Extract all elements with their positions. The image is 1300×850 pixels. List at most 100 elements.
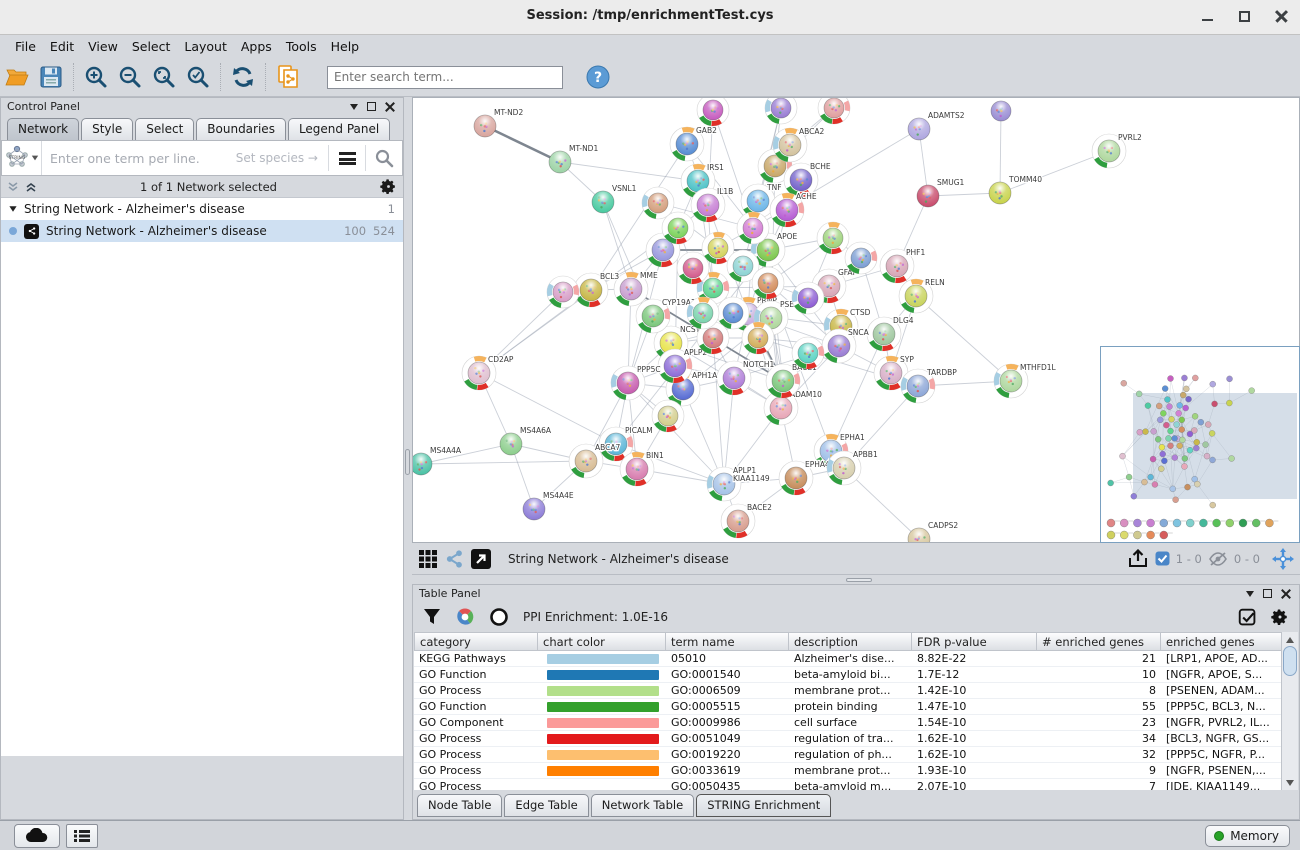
- collapse-all-icon[interactable]: [7, 181, 19, 193]
- species-hint[interactable]: Set species →: [236, 151, 318, 165]
- task-history-button[interactable]: [66, 824, 98, 848]
- splitter-handle[interactable]: [846, 578, 872, 582]
- open-in-window-icon[interactable]: [470, 548, 492, 570]
- menu-view[interactable]: View: [81, 36, 125, 57]
- table-cell: 1.93E-10: [912, 763, 1037, 778]
- panel-menu-icon[interactable]: [350, 104, 358, 110]
- float-panel-icon[interactable]: [367, 102, 376, 111]
- menu-edit[interactable]: Edit: [43, 36, 81, 57]
- zoom-in-button[interactable]: [79, 61, 113, 93]
- splitter-handle[interactable]: [405, 449, 410, 475]
- table-cell: beta-amyloid bi...: [789, 667, 912, 682]
- close-icon[interactable]: [1275, 10, 1288, 23]
- network-tree: String Network - Alzheimer's disease 1 S…: [1, 197, 403, 756]
- query-search-button[interactable]: [366, 141, 402, 175]
- pan-navigate-icon[interactable]: [1272, 548, 1294, 570]
- zoom-fit-button[interactable]: [147, 61, 181, 93]
- scrollbar-thumb[interactable]: [1283, 646, 1297, 676]
- network-from-clipboard-button[interactable]: [271, 61, 305, 93]
- filter-icon[interactable]: [423, 608, 441, 626]
- memory-status-icon: [1214, 831, 1224, 841]
- select-rows-icon[interactable]: [1238, 608, 1257, 627]
- menu-tools[interactable]: Tools: [279, 36, 324, 57]
- zoom-fit-icon: [152, 65, 176, 89]
- network-collection-row[interactable]: String Network - Alzheimer's disease 1: [1, 198, 403, 220]
- menu-apps[interactable]: Apps: [234, 36, 279, 57]
- table-row[interactable]: GO ComponentGO:0009986cell surface1.54E-…: [414, 715, 1283, 731]
- gear-icon[interactable]: [380, 178, 397, 195]
- tab-node-table[interactable]: Node Table: [417, 794, 502, 817]
- scroll-up-icon[interactable]: [1282, 632, 1298, 647]
- scroll-down-icon[interactable]: [1282, 775, 1298, 790]
- minimize-icon[interactable]: [1201, 10, 1214, 23]
- collection-expand-icon[interactable]: [9, 206, 16, 211]
- query-options-button[interactable]: [329, 141, 365, 175]
- column-header--enriched-genes[interactable]: # enriched genes: [1037, 632, 1161, 651]
- column-header-term-name[interactable]: term name: [666, 632, 789, 651]
- close-panel-icon[interactable]: [1281, 589, 1291, 599]
- menu-layout[interactable]: Layout: [177, 36, 234, 57]
- table-row[interactable]: GO ProcessGO:0006509membrane prot...1.42…: [414, 683, 1283, 699]
- network-overview-icon[interactable]: [444, 549, 464, 569]
- table-row[interactable]: KEGG Pathways05010Alzheimer's dise...8.8…: [414, 651, 1283, 667]
- svg-text:TNF: TNF: [766, 183, 782, 192]
- birdseye-view[interactable]: [1100, 346, 1300, 543]
- tab-style[interactable]: Style: [81, 118, 133, 140]
- clear-color-icon[interactable]: [489, 607, 509, 627]
- table-row[interactable]: GO ProcessGO:0019220regulation of ph...1…: [414, 747, 1283, 763]
- gear-icon[interactable]: [1271, 608, 1289, 626]
- tab-select[interactable]: Select: [135, 118, 194, 140]
- save-session-button[interactable]: [34, 61, 68, 93]
- column-header-fdr-p-value[interactable]: FDR p-value: [912, 632, 1037, 651]
- table-cell: GO:0005515: [666, 699, 789, 714]
- column-header-category[interactable]: category: [414, 632, 538, 651]
- table-cell: GO:0033619: [666, 763, 789, 778]
- chart-color-icon[interactable]: [455, 607, 475, 627]
- table-row[interactable]: GO ProcessGO:0050435beta-amyloid m...2.0…: [414, 779, 1283, 790]
- tab-legend-panel[interactable]: Legend Panel: [288, 118, 390, 140]
- table-row[interactable]: GO FunctionGO:0005515protein binding1.47…: [414, 699, 1283, 715]
- string-datasource-button[interactable]: STRING: [2, 141, 42, 175]
- column-header-description[interactable]: description: [789, 632, 912, 651]
- zoom-selected-button[interactable]: [181, 61, 215, 93]
- term-input[interactable]: Enter one term per line.: [42, 151, 236, 166]
- chart-color-cell: [538, 699, 666, 714]
- tab-boundaries[interactable]: Boundaries: [196, 118, 286, 140]
- svg-text:PHF1: PHF1: [906, 248, 925, 257]
- table-cell: [PSENEN, ADAM...: [1161, 683, 1283, 698]
- svg-text:BIN1: BIN1: [646, 451, 664, 460]
- refresh-button[interactable]: [226, 61, 260, 93]
- menu-select[interactable]: Select: [125, 36, 178, 57]
- panel-splitter[interactable]: [404, 97, 412, 820]
- panel-menu-icon[interactable]: [1246, 591, 1254, 597]
- table-splitter[interactable]: [412, 575, 1300, 584]
- open-session-button[interactable]: [0, 61, 34, 93]
- column-header-enriched-genes[interactable]: enriched genes: [1161, 632, 1283, 651]
- tab-network-table[interactable]: Network Table: [591, 794, 694, 817]
- network-canvas[interactable]: MT-ND2MT-ND1VSNL1GAB2IRS1CHATBCHEABCA2IL…: [412, 97, 1300, 543]
- float-panel-icon[interactable]: [1263, 589, 1272, 598]
- column-header-chart-color[interactable]: chart color: [538, 632, 666, 651]
- close-panel-icon[interactable]: [385, 102, 395, 112]
- export-network-icon[interactable]: [1127, 549, 1149, 569]
- menu-help[interactable]: Help: [324, 36, 367, 57]
- table-cell: [BCL3, NGFR, GS...: [1161, 731, 1283, 746]
- tab-string-enrichment[interactable]: STRING Enrichment: [696, 794, 831, 817]
- table-scrollbar[interactable]: [1281, 632, 1298, 790]
- network-row[interactable]: String Network - Alzheimer's disease 100…: [1, 220, 403, 242]
- zoom-out-button[interactable]: [113, 61, 147, 93]
- maximize-icon[interactable]: [1238, 10, 1251, 23]
- search-input[interactable]: [327, 66, 563, 89]
- grid-view-icon[interactable]: [418, 549, 438, 569]
- expand-all-icon[interactable]: [25, 181, 37, 193]
- menu-file[interactable]: File: [8, 36, 43, 57]
- tab-network[interactable]: Network: [7, 118, 79, 140]
- memory-button[interactable]: Memory: [1205, 825, 1290, 847]
- tab-edge-table[interactable]: Edge Table: [504, 794, 588, 817]
- table-row[interactable]: GO ProcessGO:0051049regulation of tra...…: [414, 731, 1283, 747]
- svg-text:GAB2: GAB2: [696, 126, 717, 135]
- table-row[interactable]: GO ProcessGO:0033619membrane prot...1.93…: [414, 763, 1283, 779]
- cloud-tasks-button[interactable]: [14, 824, 60, 848]
- help-button[interactable]: ?: [581, 61, 615, 93]
- table-row[interactable]: GO FunctionGO:0001540beta-amyloid bi...1…: [414, 667, 1283, 683]
